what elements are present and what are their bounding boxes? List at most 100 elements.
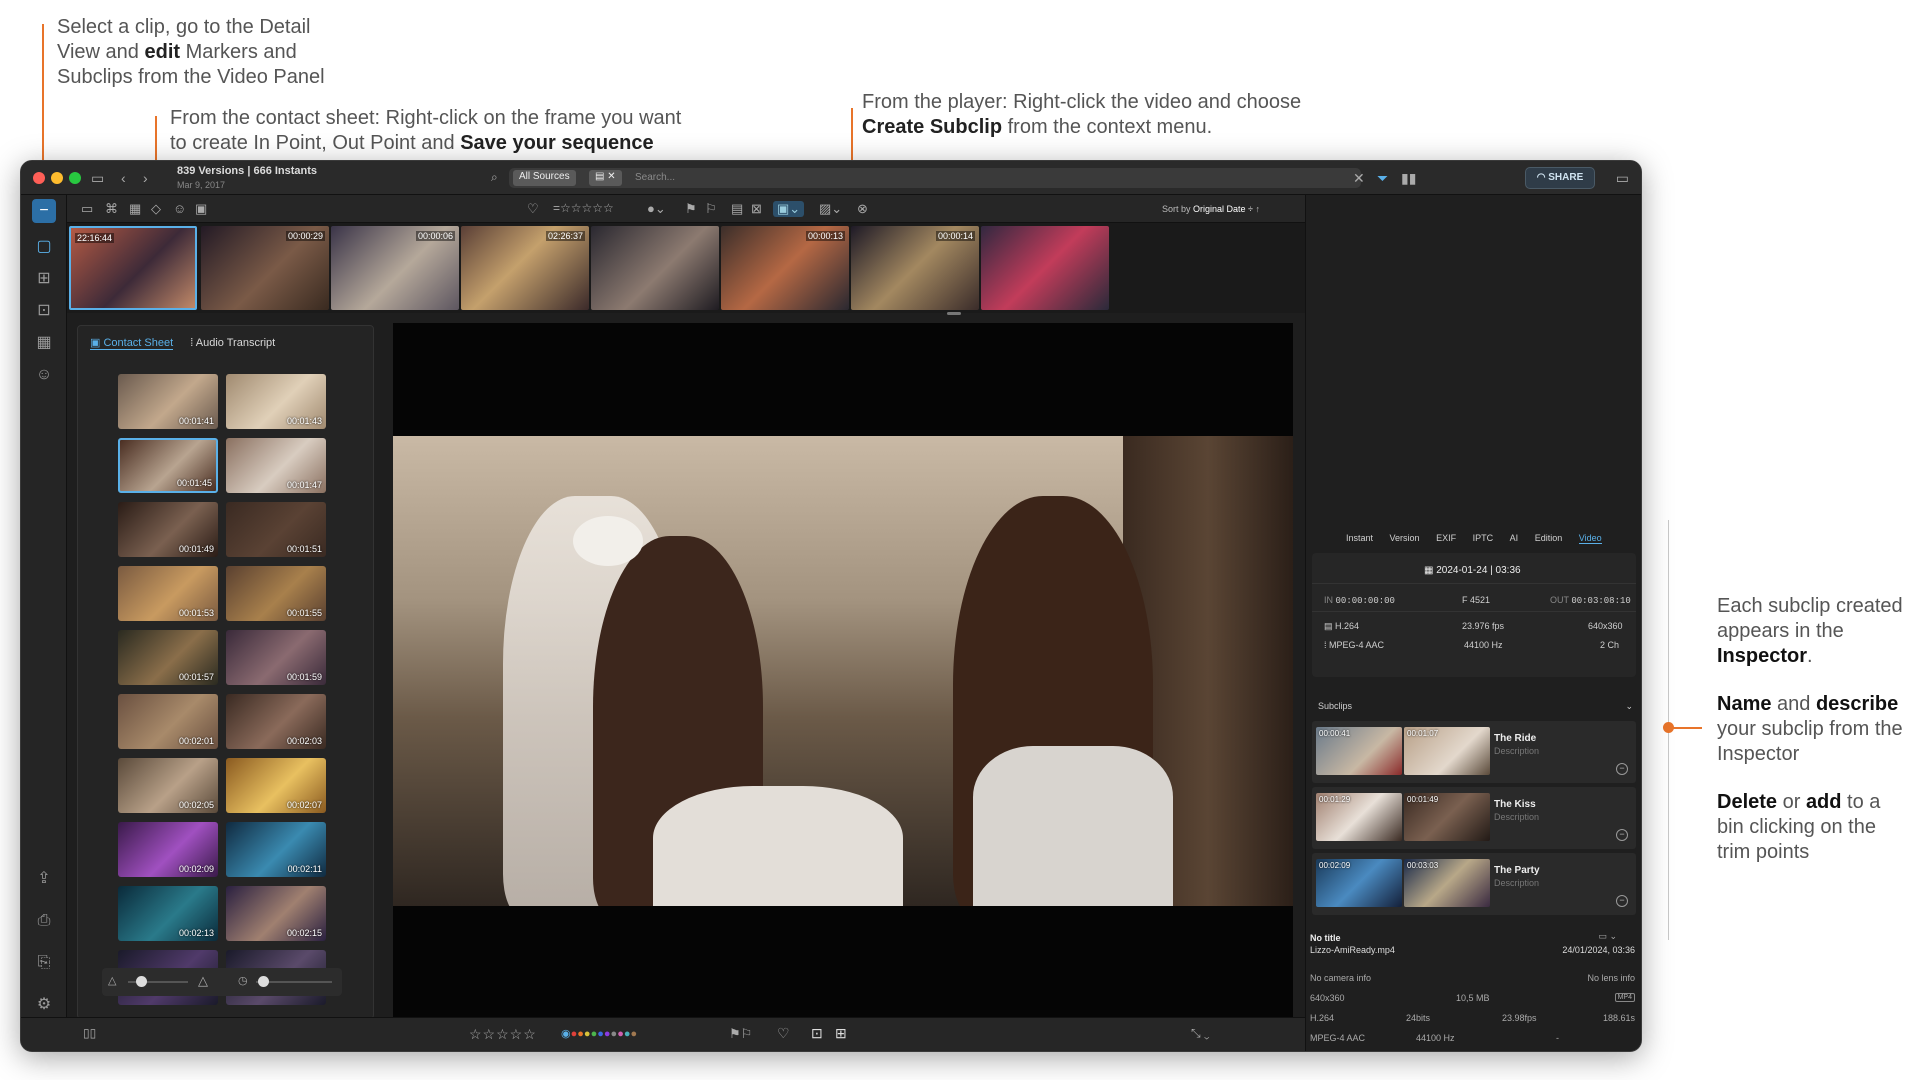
sidebar-toggle-icon[interactable]: ▭ bbox=[91, 170, 104, 187]
contact-sheet-frame[interactable]: 00:02:09 bbox=[118, 822, 218, 877]
settings-printer-icon[interactable]: ⚙ bbox=[32, 993, 56, 1017]
people-icon[interactable]: ☺ bbox=[32, 363, 56, 387]
subclip-item[interactable]: 00:01:29 00:01:49 The Kiss Description − bbox=[1312, 787, 1636, 849]
contact-sheet-frame[interactable]: 00:01:51 bbox=[226, 502, 326, 557]
heart-icon[interactable]: ♡ bbox=[777, 1025, 790, 1042]
histogram-icon[interactable]: ▮▮ bbox=[1401, 170, 1416, 187]
clear-filter-icon[interactable]: ⊗ bbox=[857, 201, 868, 217]
sort-control[interactable]: Sort by Original Date ÷ ↑ bbox=[1162, 204, 1260, 214]
video-player[interactable] bbox=[393, 323, 1293, 1017]
share-button[interactable]: ◠ SHARE bbox=[1525, 167, 1595, 189]
close-window-button[interactable] bbox=[33, 172, 45, 184]
subclip-name[interactable]: The Party bbox=[1494, 865, 1540, 876]
contact-sheet-frame[interactable]: 00:02:15 bbox=[226, 886, 326, 941]
printer-icon[interactable]: ⎙ bbox=[32, 909, 56, 933]
search-bar[interactable]: ⌕ All Sources ▤ ✕ Search... bbox=[491, 168, 1361, 188]
heart-icon[interactable]: ♡ bbox=[527, 201, 539, 217]
rating-stars[interactable]: ☆☆☆☆☆ bbox=[469, 1026, 537, 1043]
face-detect-icon[interactable]: ⊡ bbox=[811, 1025, 823, 1042]
image-mode-icon[interactable]: ▨⌄ bbox=[819, 201, 842, 217]
folder-icon[interactable]: ▭ ⌄ bbox=[1598, 931, 1617, 942]
contact-sheet-frame[interactable]: 00:02:05 bbox=[118, 758, 218, 813]
contact-sheet-frame[interactable]: 00:01:41 bbox=[118, 374, 218, 429]
tag-icon[interactable]: ◇ bbox=[151, 201, 161, 217]
strip-thumbnail[interactable] bbox=[591, 226, 719, 310]
compare-icon[interactable]: ⊠ bbox=[751, 201, 762, 217]
subclip-out-thumb[interactable]: 00:01:07 bbox=[1404, 727, 1490, 775]
strip-thumbnail[interactable]: 00:00:14 bbox=[851, 226, 979, 310]
import-icon[interactable]: ⊡ bbox=[32, 299, 56, 323]
subclip-name[interactable]: The Kiss bbox=[1494, 799, 1536, 810]
contact-sheet-frame[interactable]: 00:02:03 bbox=[226, 694, 326, 749]
video-frame[interactable] bbox=[393, 436, 1293, 906]
chevron-down-icon[interactable]: ⌄ bbox=[1625, 701, 1633, 712]
filter-chip[interactable]: ▤ ✕ bbox=[589, 170, 622, 186]
thumbnail-size-handle[interactable] bbox=[136, 976, 147, 987]
minimize-window-button[interactable] bbox=[51, 172, 63, 184]
strip-scroll-handle[interactable] bbox=[947, 312, 961, 315]
tab-instant[interactable]: Instant bbox=[1346, 533, 1373, 543]
subclip-out-thumb[interactable]: 00:03:03 bbox=[1404, 859, 1490, 907]
subclip-description[interactable]: Description bbox=[1494, 746, 1539, 756]
tab-exif[interactable]: EXIF bbox=[1436, 533, 1456, 543]
contact-sheet-frame[interactable]: 00:02:11 bbox=[226, 822, 326, 877]
export-icon[interactable]: ⇪ bbox=[32, 867, 56, 891]
back-arrow-icon[interactable]: ‹ bbox=[121, 170, 126, 186]
tab-version[interactable]: Version bbox=[1390, 533, 1420, 543]
rating-filter[interactable]: =☆☆☆☆☆ bbox=[553, 201, 614, 215]
subclip-in-thumb[interactable]: 00:00:41 bbox=[1316, 727, 1402, 775]
contact-sheet-frame[interactable]: 00:01:49 bbox=[118, 502, 218, 557]
in-point[interactable]: IN 00:00:00:00 bbox=[1324, 595, 1395, 606]
contact-sheet-frame[interactable]: 00:01:47 bbox=[226, 438, 326, 493]
forward-arrow-icon[interactable]: › bbox=[143, 170, 148, 186]
contact-sheet-frame[interactable]: 00:01:45 bbox=[118, 438, 218, 493]
tab-ai[interactable]: AI bbox=[1510, 533, 1519, 543]
single-view-icon[interactable]: ▢ bbox=[32, 235, 56, 259]
remove-subclip-icon[interactable]: − bbox=[1616, 763, 1628, 775]
subclip-description[interactable]: Description bbox=[1494, 812, 1539, 822]
contact-sheet-frame[interactable]: 00:01:57 bbox=[118, 630, 218, 685]
crop-icon[interactable]: ⊞ bbox=[835, 1025, 847, 1042]
folder-icon[interactable]: ▭ bbox=[81, 201, 93, 217]
person-icon[interactable]: ☺ bbox=[173, 201, 186, 216]
tab-contact-sheet[interactable]: ▣ Contact Sheet bbox=[90, 336, 174, 350]
subclip-in-thumb[interactable]: 00:01:29 bbox=[1316, 793, 1402, 841]
strip-thumbnail[interactable]: 02:26:37 bbox=[461, 226, 589, 310]
clear-search-icon[interactable]: ✕ bbox=[1353, 170, 1365, 187]
strip-thumbnail[interactable]: 00:00:13 bbox=[721, 226, 849, 310]
contact-sheet-frame[interactable]: 00:02:07 bbox=[226, 758, 326, 813]
minus-icon[interactable]: − bbox=[32, 199, 56, 223]
contact-sheet-frame[interactable]: 00:01:55 bbox=[226, 566, 326, 621]
search-printer-icon[interactable]: ⎘ bbox=[32, 951, 56, 975]
search-input[interactable]: Search... bbox=[635, 172, 675, 183]
all-sources-chip[interactable]: All Sources bbox=[513, 170, 576, 186]
strip-thumbnail[interactable] bbox=[981, 226, 1109, 310]
inspector-toggle-icon[interactable]: ▭ bbox=[1616, 170, 1629, 187]
strip-thumbnail[interactable]: 00:00:29 bbox=[201, 226, 329, 310]
filter-funnel-icon[interactable]: ⏷ bbox=[1377, 170, 1388, 187]
expand-icon[interactable]: ⤡ ⌄ bbox=[1191, 1026, 1210, 1041]
new-document-icon[interactable]: ▯▯ bbox=[83, 1026, 96, 1040]
flag-icon[interactable]: ⚑ bbox=[685, 201, 697, 217]
contact-sheet-frame[interactable]: 00:01:59 bbox=[226, 630, 326, 685]
tab-iptc[interactable]: IPTC bbox=[1473, 533, 1494, 543]
image-people-icon[interactable]: ▣ bbox=[195, 201, 207, 217]
reject-flag-icon[interactable]: ⚐ bbox=[705, 201, 717, 217]
list-icon[interactable]: ▤ bbox=[731, 201, 743, 217]
tab-audio-transcript[interactable]: ⁞ Audio Transcript bbox=[190, 337, 275, 349]
map-icon[interactable]: ▦ bbox=[32, 331, 56, 355]
tab-video[interactable]: Video bbox=[1578, 533, 1602, 544]
contact-sheet-frame[interactable]: 00:02:13 bbox=[118, 886, 218, 941]
subclip-description[interactable]: Description bbox=[1494, 878, 1539, 888]
color-label-filter[interactable]: ●⌄ bbox=[647, 201, 666, 217]
tab-edition[interactable]: Edition bbox=[1535, 533, 1563, 543]
strip-thumbnail[interactable]: 22:16:44 bbox=[69, 226, 197, 310]
view-mode-icon[interactable]: ▣⌄ bbox=[773, 201, 805, 217]
remove-subclip-icon[interactable]: − bbox=[1616, 895, 1628, 907]
flag-icon[interactable]: ⚑⚐ bbox=[729, 1026, 752, 1042]
subclip-out-thumb[interactable]: 00:01:49 bbox=[1404, 793, 1490, 841]
contact-sheet-frame[interactable]: 00:01:43 bbox=[226, 374, 326, 429]
zoom-window-button[interactable] bbox=[69, 172, 81, 184]
color-labels[interactable]: ◉●●●●●●●●●● bbox=[561, 1027, 637, 1040]
contact-sheet-frame[interactable]: 00:02:01 bbox=[118, 694, 218, 749]
